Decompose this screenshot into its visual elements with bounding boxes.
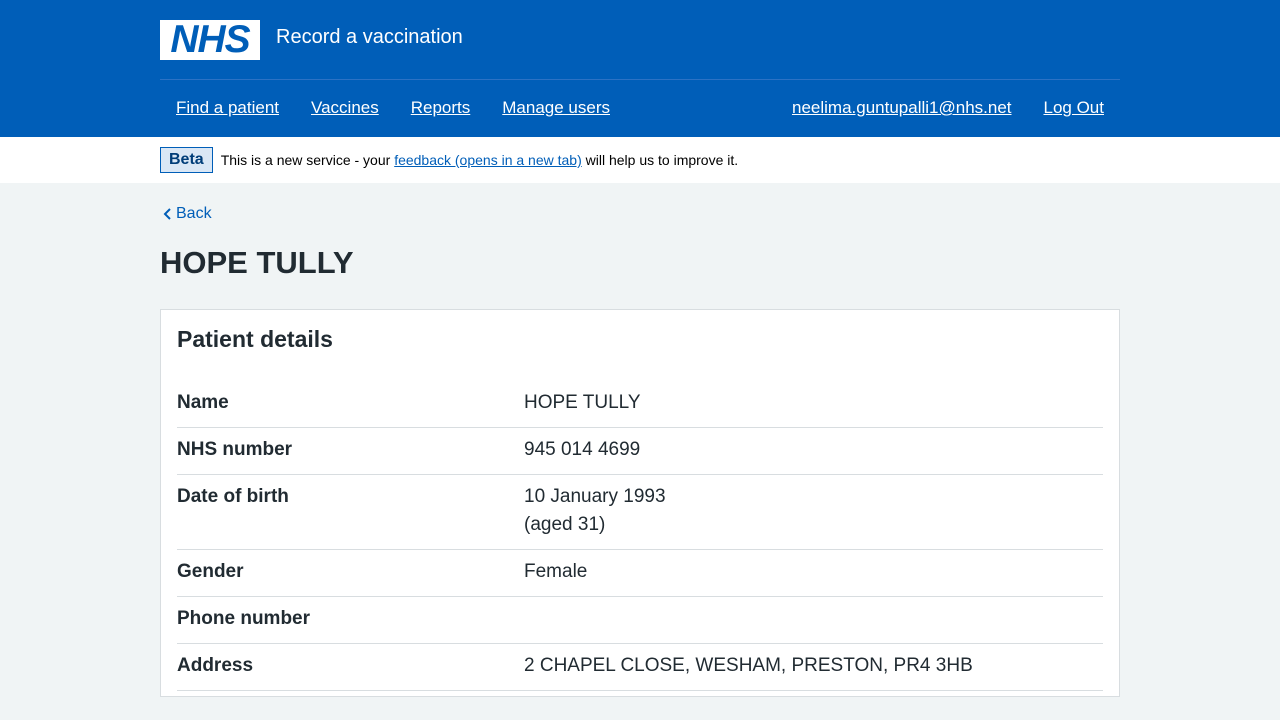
row-value: HOPE TULLY bbox=[524, 392, 641, 413]
nav-find-a-patient[interactable]: Find a patient bbox=[160, 98, 295, 118]
row-key: Phone number bbox=[177, 608, 311, 629]
summary-row-address: Address 2 CHAPEL CLOSE, WESHAM, PRESTON,… bbox=[177, 644, 1103, 691]
row-key: Date of birth bbox=[177, 486, 289, 507]
back-link[interactable]: Back bbox=[160, 203, 1120, 225]
back-link-label[interactable]: Back bbox=[176, 205, 212, 223]
user-email-link[interactable]: neelima.guntupalli1@nhs.net bbox=[776, 98, 1028, 118]
nav-manage-users[interactable]: Manage users bbox=[486, 98, 626, 118]
header-top: NHS Record a vaccination bbox=[160, 0, 1120, 80]
row-value: Female bbox=[524, 561, 588, 582]
summary-row-name: Name HOPE TULLY bbox=[177, 381, 1103, 428]
row-key: Name bbox=[177, 392, 229, 413]
site-header: NHS Record a vaccination Find a patient … bbox=[0, 0, 1280, 137]
row-key: NHS number bbox=[177, 439, 293, 460]
nav-vaccines[interactable]: Vaccines bbox=[295, 98, 395, 118]
beta-text: This is a new service - your feedback (o… bbox=[220, 152, 739, 168]
chevron-left-icon bbox=[163, 208, 171, 220]
logout-link[interactable]: Log Out bbox=[1028, 98, 1121, 118]
nhs-logo-text: NHS bbox=[170, 17, 250, 61]
page-title: HOPE TULLY bbox=[160, 245, 354, 280]
beta-tag: Beta bbox=[160, 147, 213, 173]
nav-reports[interactable]: Reports bbox=[395, 98, 487, 118]
card-title: Patient details bbox=[177, 326, 333, 352]
main-content: Back HOPE TULLY Patient details Name HOP… bbox=[160, 203, 1120, 697]
nhs-logo[interactable]: NHS bbox=[160, 17, 260, 61]
summary-row-phone-number: Phone number bbox=[177, 597, 1103, 644]
summary-row-gender: Gender Female bbox=[177, 550, 1103, 597]
row-value: 945 014 4699 bbox=[524, 439, 641, 460]
summary-row-date-of-birth: Date of birth 10 January 1993 (aged 31) bbox=[177, 475, 1103, 550]
row-key: Gender bbox=[177, 561, 244, 582]
patient-details-card: Patient details Name HOPE TULLY NHS numb… bbox=[160, 309, 1120, 697]
row-value: 2 CHAPEL CLOSE, WESHAM, PRESTON, PR4 3HB bbox=[524, 655, 973, 676]
service-name[interactable]: Record a vaccination bbox=[276, 26, 463, 49]
row-key: Address bbox=[177, 655, 254, 676]
feedback-link[interactable]: feedback (opens in a new tab) bbox=[394, 152, 582, 168]
row-value: 10 January 1993 (aged 31) bbox=[524, 486, 666, 535]
summary-row-nhs-number: NHS number 945 014 4699 bbox=[177, 428, 1103, 475]
beta-banner: Beta This is a new service - your feedba… bbox=[0, 137, 1280, 183]
primary-nav: Find a patient Vaccines Reports Manage u… bbox=[160, 80, 1120, 136]
